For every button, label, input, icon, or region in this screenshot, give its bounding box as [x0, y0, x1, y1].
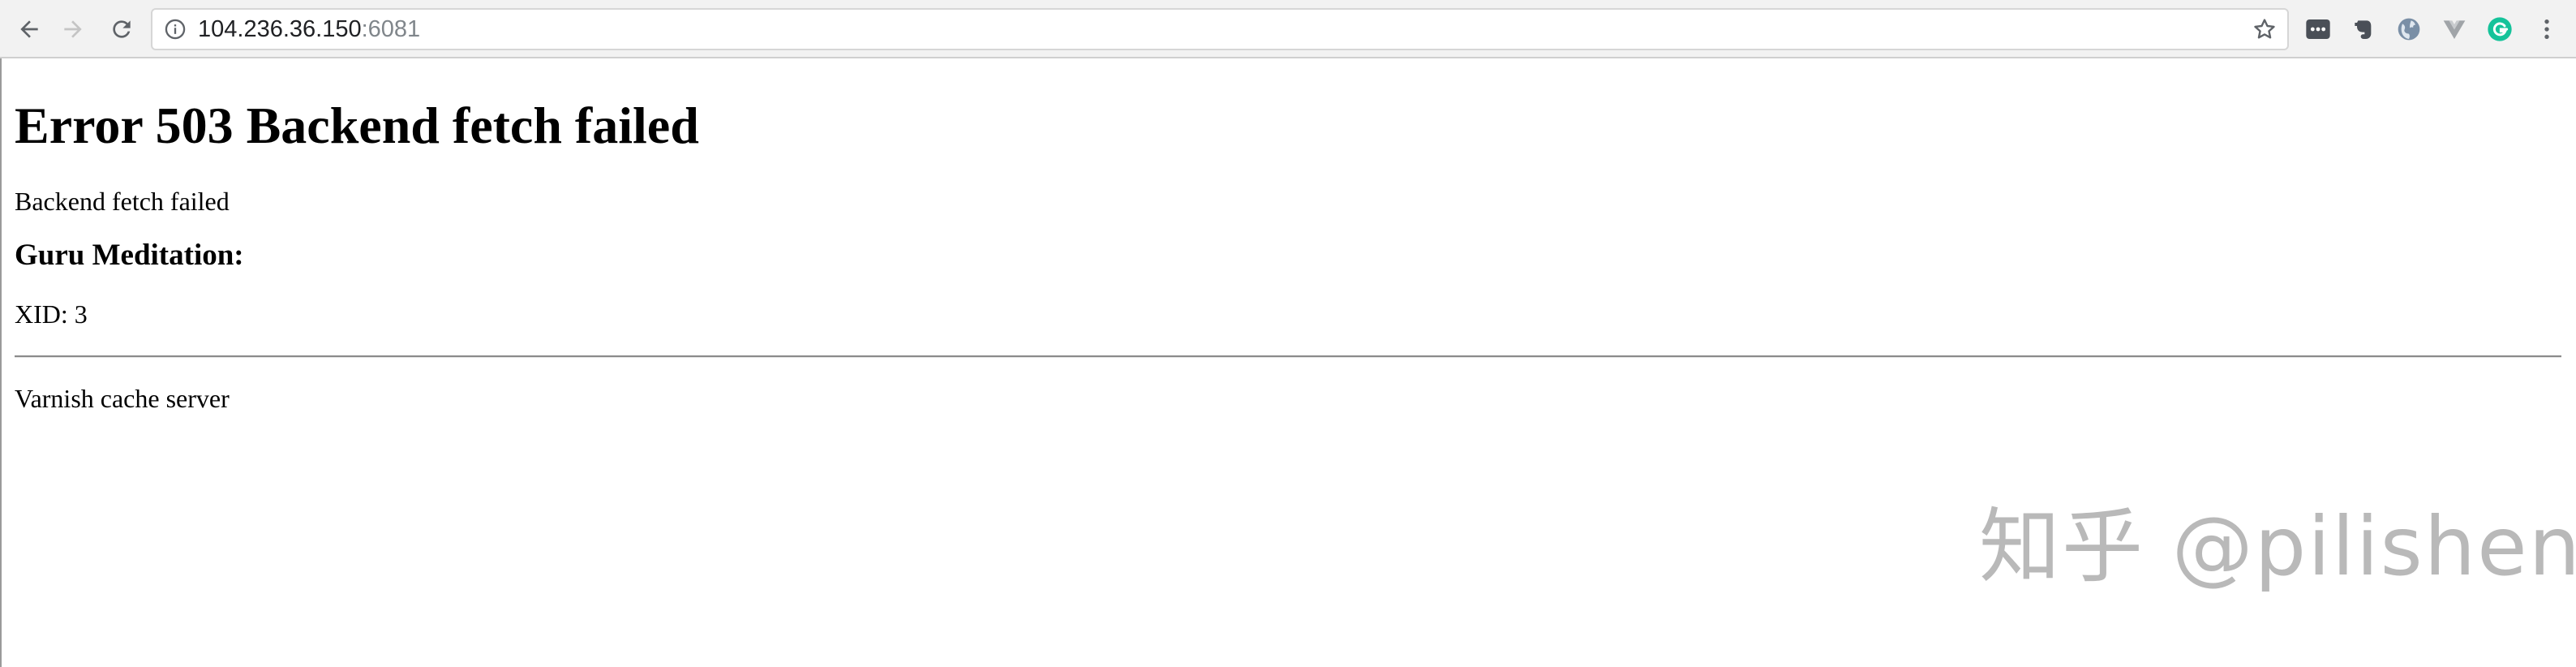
url-text[interactable]: 104.236.36.150:6081: [198, 10, 420, 49]
xid-text: XID: 3: [15, 299, 88, 329]
evernote-icon[interactable]: [2349, 15, 2378, 44]
dots-extension-icon[interactable]: [2303, 15, 2333, 44]
divider: [15, 355, 2561, 358]
window-edge: [0, 58, 2, 667]
server-footer: Varnish cache server: [15, 383, 230, 413]
browser-toolbar: 104.236.36.150:6081: [0, 0, 2576, 58]
star-icon[interactable]: [2252, 16, 2278, 42]
error-heading: Error 503 Backend fetch failed: [15, 97, 699, 154]
grammarly-icon[interactable]: [2485, 15, 2514, 44]
page-content: Error 503 Backend fetch failed Backend f…: [15, 58, 2561, 414]
reload-button[interactable]: [104, 11, 140, 47]
back-arrow-icon: [20, 20, 38, 38]
url-port: :6081: [361, 16, 421, 42]
address-bar[interactable]: 104.236.36.150:6081: [151, 8, 2289, 50]
guru-meditation-heading: Guru Meditation:: [15, 239, 244, 273]
url-host: 104.236.36.150: [198, 16, 362, 42]
info-icon[interactable]: [164, 18, 187, 41]
watermark: 知乎 @pilishen: [1979, 499, 2576, 594]
error-message: Backend fetch failed: [15, 186, 230, 216]
back-button[interactable]: [11, 11, 47, 47]
forward-arrow-icon: [64, 20, 82, 38]
reload-icon: [113, 20, 131, 38]
kebab-menu-icon[interactable]: [2532, 15, 2561, 44]
vue-devtools-icon[interactable]: [2440, 15, 2469, 44]
globe-extension-icon[interactable]: [2394, 15, 2424, 44]
forward-button[interactable]: [55, 11, 91, 47]
